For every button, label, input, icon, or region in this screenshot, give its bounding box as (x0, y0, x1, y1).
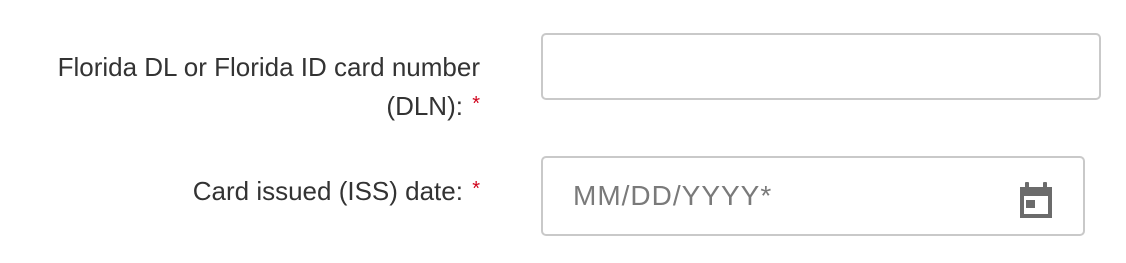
dln-input[interactable] (541, 33, 1101, 100)
calendar-icon[interactable] (1016, 180, 1056, 220)
dln-required-mark: * (472, 93, 480, 115)
dln-label-text: Florida DL or Florida ID card number (DL… (57, 52, 480, 121)
issue-date-required-mark: * (472, 178, 480, 200)
issue-date-label: Card issued (ISS) date: * (80, 172, 480, 211)
issue-date-label-text: Card issued (ISS) date: (192, 176, 463, 206)
issue-date-input[interactable] (543, 158, 1003, 234)
dln-label: Florida DL or Florida ID card number (DL… (0, 48, 480, 126)
issue-date-field (541, 156, 1085, 236)
